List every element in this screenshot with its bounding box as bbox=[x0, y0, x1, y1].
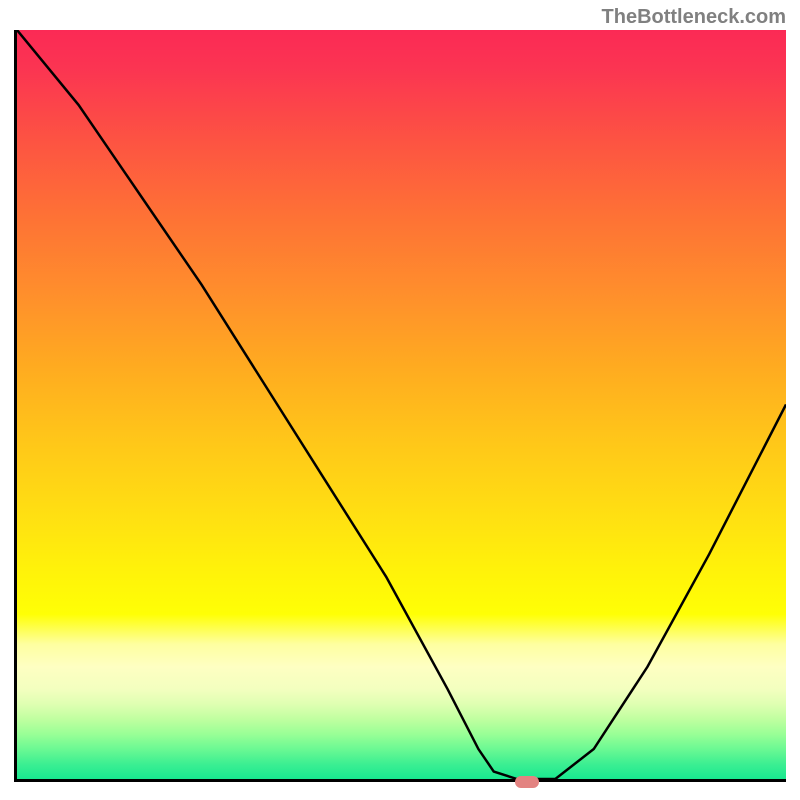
bottleneck-curve-svg bbox=[17, 30, 786, 779]
optimal-point-marker bbox=[515, 776, 539, 788]
watermark-text: TheBottleneck.com bbox=[602, 6, 786, 29]
chart-plot-area bbox=[14, 30, 786, 782]
bottleneck-curve-path bbox=[17, 30, 786, 779]
